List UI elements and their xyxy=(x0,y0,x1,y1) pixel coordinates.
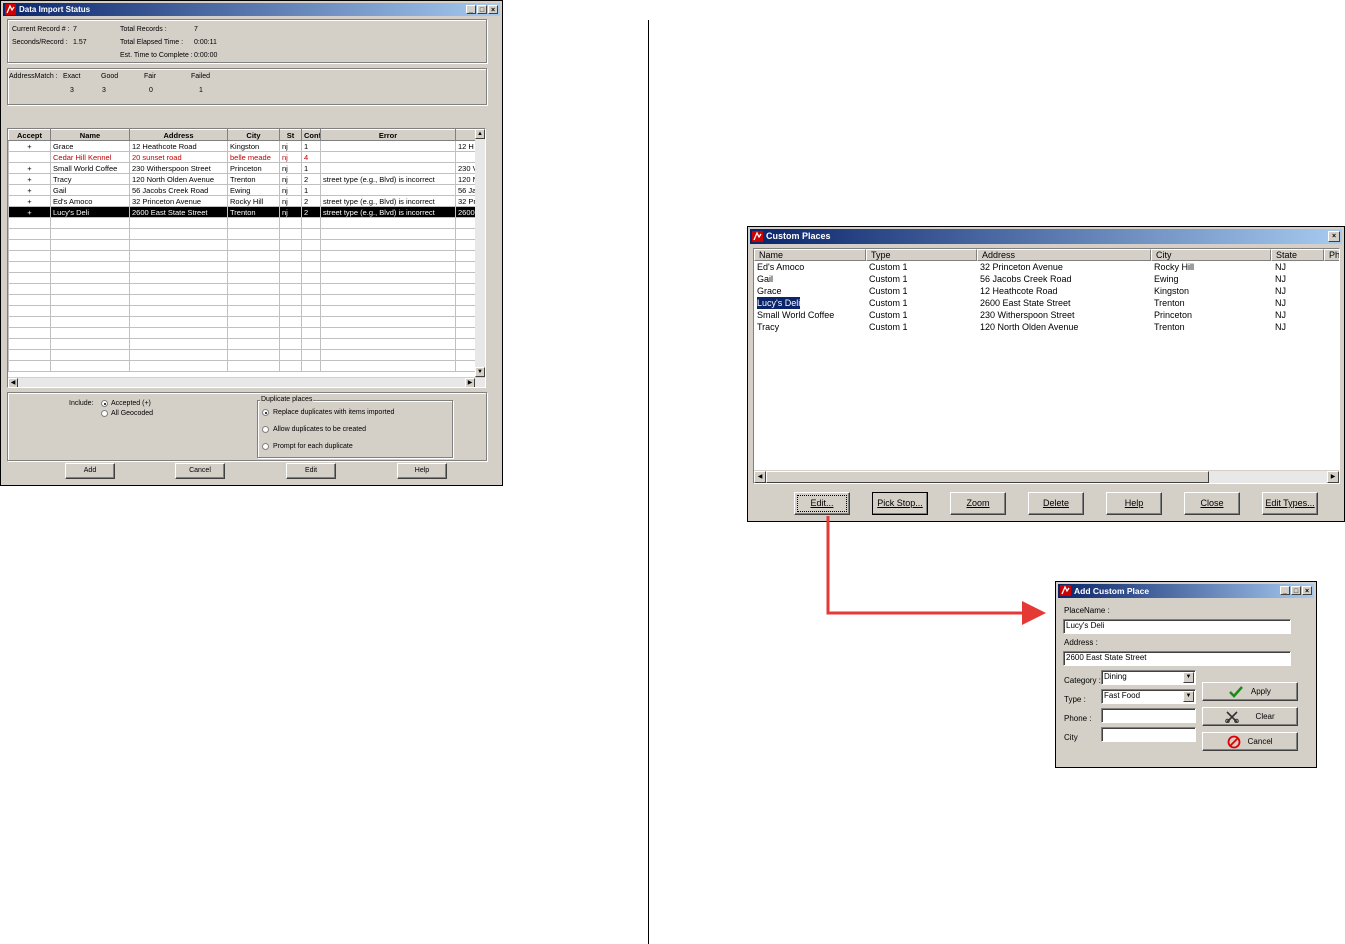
scissors-icon xyxy=(1225,711,1240,724)
type-value: Fast Food xyxy=(1104,691,1141,700)
chevron-down-icon[interactable]: ▼ xyxy=(1183,691,1194,702)
place-name-input[interactable]: Lucy's Deli xyxy=(1063,619,1291,634)
apply-button[interactable]: Apply xyxy=(1202,682,1298,701)
close-icon[interactable]: × xyxy=(1302,586,1312,595)
add-custom-place-title: Add Custom Place xyxy=(1074,586,1150,596)
phone-label: Phone : xyxy=(1064,714,1092,723)
city-input[interactable] xyxy=(1101,727,1196,742)
address-label: Address : xyxy=(1064,638,1098,647)
apply-label: Apply xyxy=(1250,687,1271,696)
phone-input[interactable] xyxy=(1101,708,1196,723)
clear-label: Clear xyxy=(1255,712,1275,721)
city-label: City xyxy=(1064,733,1078,742)
checkmark-icon xyxy=(1229,686,1244,698)
cancel-button[interactable]: Cancel xyxy=(1202,732,1298,751)
clear-button[interactable]: Clear xyxy=(1202,707,1298,726)
no-entry-icon xyxy=(1228,735,1241,749)
edit-to-dialog-arrow xyxy=(826,516,1046,625)
cancel-label: Cancel xyxy=(1247,737,1273,746)
category-value: Dining xyxy=(1104,672,1127,681)
type-select[interactable]: Fast Food ▼ xyxy=(1101,689,1196,704)
place-name-label: PlaceName : xyxy=(1064,606,1110,615)
category-label: Category : xyxy=(1064,676,1101,685)
app-logo-icon xyxy=(1060,585,1071,596)
chevron-down-icon[interactable]: ▼ xyxy=(1183,672,1194,683)
minimize-icon[interactable]: _ xyxy=(1280,586,1290,595)
add-custom-place-titlebar: Add Custom Place _ □ × xyxy=(1058,584,1314,598)
add-custom-place-window: Add Custom Place _ □ × PlaceName : Lucy'… xyxy=(1055,581,1317,768)
type-label: Type : xyxy=(1064,695,1086,704)
maximize-icon[interactable]: □ xyxy=(1291,586,1301,595)
category-select[interactable]: Dining ▼ xyxy=(1101,670,1196,685)
address-input[interactable]: 2600 East State Street xyxy=(1063,651,1291,666)
